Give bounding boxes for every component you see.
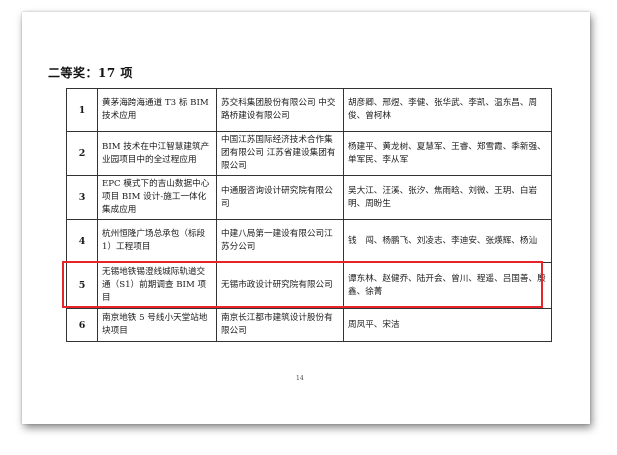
page-number: 14	[296, 375, 304, 382]
project-name: 杭州恒隆广场总承包（标段 1）工程项目	[97, 219, 217, 263]
organization: 苏交科集团股份有限公司 中交路桥建设有限公司	[216, 88, 344, 132]
table-row: 4 杭州恒隆广场总承包（标段 1）工程项目 中建八局第一建设有限公司江苏分公司 …	[66, 219, 552, 263]
row-number: 3	[66, 175, 98, 220]
personnel: 周凤平、宋洁	[343, 308, 552, 342]
organization: 中国江苏国际经济技术合作集团有限公司 江苏省建设集团有限公司	[216, 131, 344, 176]
table-row: 1 黄茅海跨海通道 T3 标 BIM 技术应用 苏交科集团股份有限公司 中交路桥…	[66, 88, 552, 132]
organization: 无锡市政设计研究院有限公司	[216, 262, 344, 309]
personnel: 吴大江、汪溪、张汐、焦雨晗、刘微、王玥、白岩明、周盼生	[343, 175, 552, 220]
awards-table: 1 黄茅海跨海通道 T3 标 BIM 技术应用 苏交科集团股份有限公司 中交路桥…	[66, 88, 552, 342]
personnel: 胡彦卿、邢煜、李健、张华武、李凯、温东昌、周俊、曾柯林	[343, 88, 552, 132]
table-row: 5 无锡地铁锡澄线城际轨道交通（S1）前期调查 BIM 项目 无锡市政设计研究院…	[66, 262, 552, 309]
project-name: BIM 技术在中江智慧建筑产业园项目中的全过程应用	[97, 131, 217, 176]
organization: 中通服咨询设计研究院有限公司	[216, 175, 344, 220]
table-row: 2 BIM 技术在中江智慧建筑产业园项目中的全过程应用 中国江苏国际经济技术合作…	[66, 131, 552, 176]
organization: 南京长江都市建筑设计股份有限公司	[216, 308, 344, 342]
project-name: 黄茅海跨海通道 T3 标 BIM 技术应用	[97, 88, 217, 132]
row-number: 4	[66, 219, 98, 263]
row-number: 5	[66, 262, 98, 309]
row-number: 6	[66, 308, 98, 342]
project-name: 南京地铁 5 号线小天堂站地块项目	[97, 308, 217, 342]
personnel: 钱 闯、杨鹏飞、刘凌志、李迪安、张煐辉、杨汕	[343, 219, 552, 263]
row-number: 2	[66, 131, 98, 176]
personnel: 谭东林、赵健乔、陆开会、曾川、程遥、吕国善、殷鑫、徐菁	[343, 262, 552, 309]
section-title: 二等奖：17 项	[48, 66, 133, 80]
row-number: 1	[66, 88, 98, 132]
table-row: 3 EPC 模式下的吉山数据中心项目 BIM 设计-施工一体化集成应用 中通服咨…	[66, 175, 552, 220]
organization: 中建八局第一建设有限公司江苏分公司	[216, 219, 344, 263]
table-row: 6 南京地铁 5 号线小天堂站地块项目 南京长江都市建筑设计股份有限公司 周凤平…	[66, 308, 552, 342]
personnel: 杨建平、黄龙树、夏慧军、王睿、郑雪霞、季新强、单军民、李从军	[343, 131, 552, 176]
project-name: 无锡地铁锡澄线城际轨道交通（S1）前期调查 BIM 项目	[97, 262, 217, 309]
project-name: EPC 模式下的吉山数据中心项目 BIM 设计-施工一体化集成应用	[97, 175, 217, 220]
